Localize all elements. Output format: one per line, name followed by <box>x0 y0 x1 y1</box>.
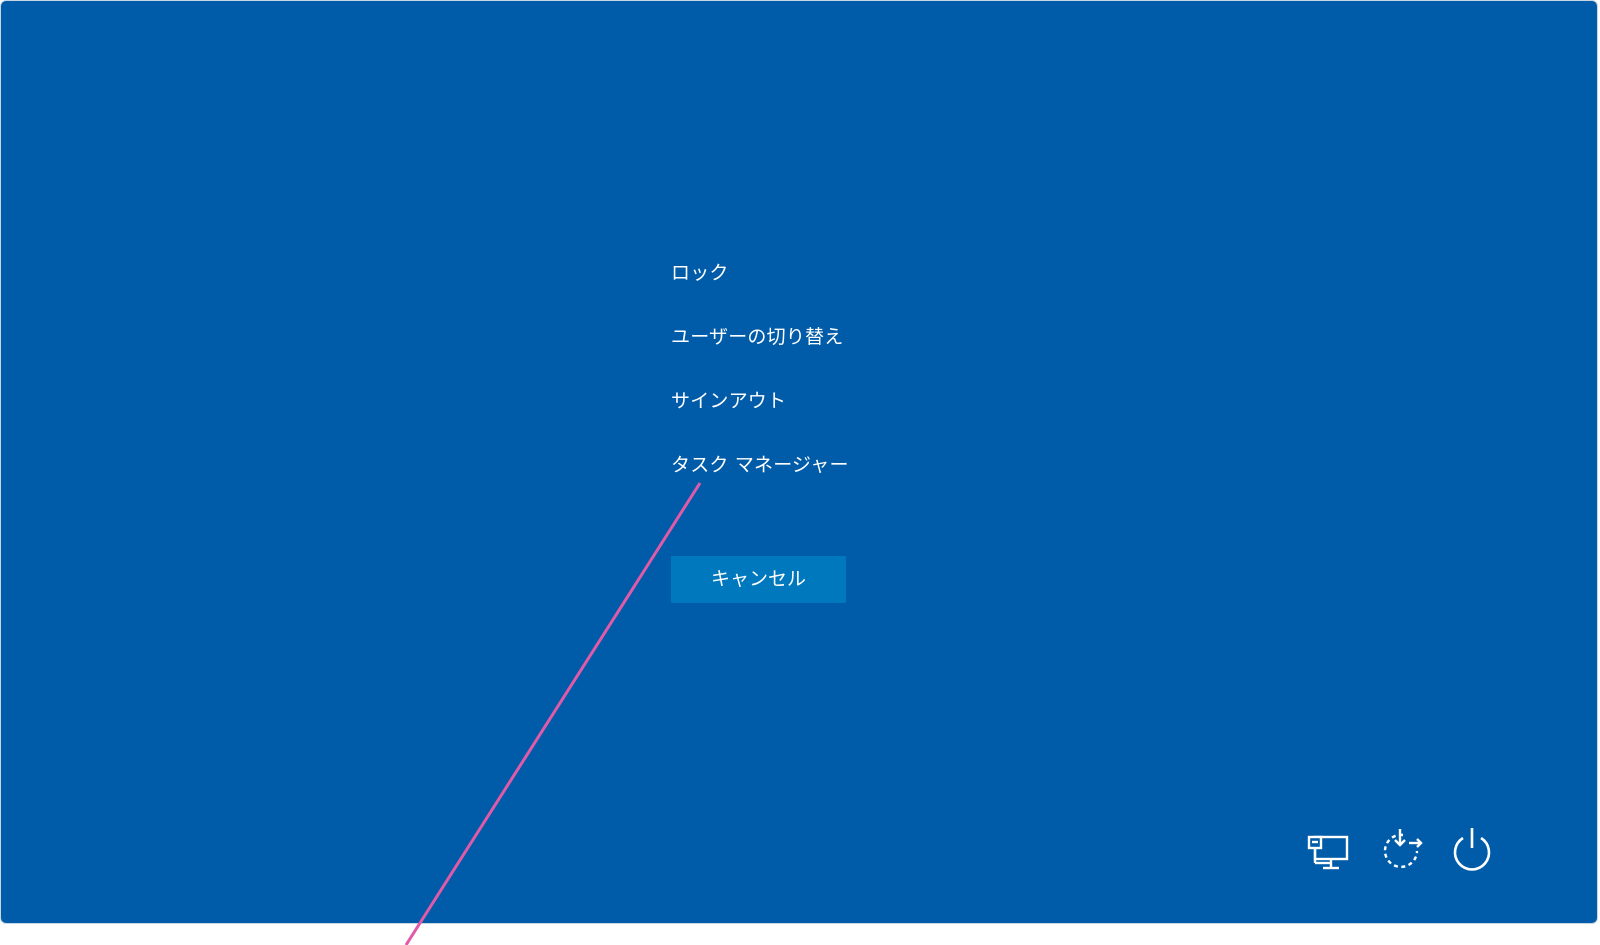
cancel-button[interactable]: キャンセル <box>671 556 846 603</box>
lock-option[interactable]: ロック <box>671 256 729 290</box>
switch-user-option[interactable]: ユーザーの切り替え <box>671 320 843 354</box>
sign-out-option[interactable]: サインアウト <box>671 384 786 418</box>
task-manager-option[interactable]: タスク マネージャー <box>671 448 849 482</box>
power-icon[interactable] <box>1445 821 1499 875</box>
accessibility-icon[interactable] <box>1373 821 1427 875</box>
secure-attention-screen: ロック ユーザーの切り替え サインアウト タスク マネージャー キャンセル <box>1 1 1597 923</box>
network-icon[interactable] <box>1301 821 1355 875</box>
